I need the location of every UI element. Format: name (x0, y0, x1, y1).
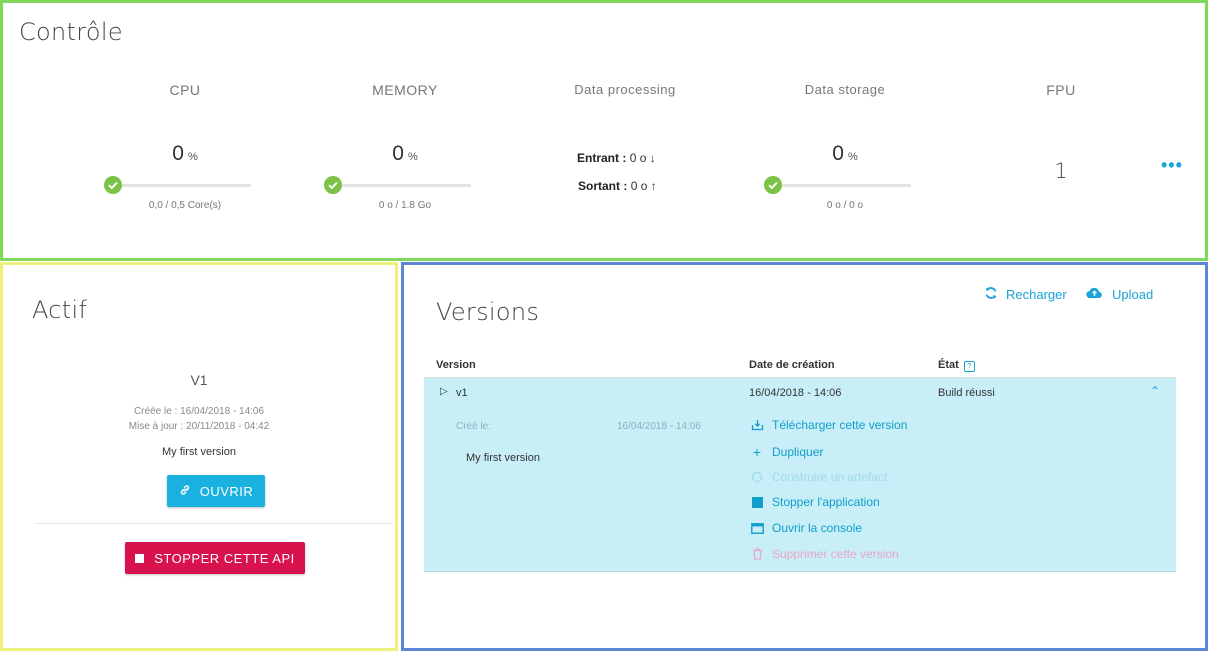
build-artifact-label: Construire un artefact (772, 470, 888, 484)
active-description: My first version (162, 446, 236, 458)
stop-application-action[interactable]: Stopper l'application (750, 495, 880, 509)
detail-created-value: 16/04/2018 - 14:06 (617, 421, 701, 432)
version-row-date: 16/04/2018 - 14:06 (749, 387, 842, 399)
upload-label: Upload (1112, 286, 1154, 302)
chevron-up-icon[interactable]: ⌃ (1150, 384, 1160, 398)
versions-title: Versions (436, 298, 540, 326)
stop-application-label: Stopper l'application (772, 495, 880, 509)
data-storage-value-number: 0 (832, 142, 844, 165)
actif-panel: Actif V1 Créée le : 16/04/2018 - 14:06 M… (0, 262, 398, 651)
data-storage-unit: % (847, 151, 858, 163)
stop-api-button[interactable]: STOPPER CETTE API (125, 542, 305, 574)
download-box-icon (750, 419, 764, 431)
arrow-down-icon: ↓ (649, 151, 656, 165)
version-row-name: v1 (456, 387, 468, 399)
col-header-version: Version (436, 359, 476, 371)
detail-created-label: Créé le: (456, 421, 492, 432)
data-in-value: 0 o (629, 151, 647, 165)
active-created-date: Créée le : 16/04/2018 - 14:06 (133, 406, 265, 417)
data-storage-gauge-track (771, 184, 911, 187)
active-version-name: V1 (190, 372, 208, 388)
reload-label: Recharger (1006, 287, 1067, 302)
check-circle-icon (104, 176, 122, 194)
cloud-upload-icon (1086, 286, 1103, 302)
stop-api-button-label: STOPPER CETTE API (154, 550, 295, 566)
link-icon (179, 484, 191, 499)
plus-icon: + (752, 444, 762, 460)
versions-panel: Versions Recharger Upload Version Date d… (401, 262, 1208, 651)
duplicate-action[interactable]: + Dupliquer (750, 444, 823, 460)
console-window-icon (750, 522, 764, 534)
cpu-value-number: 0 (172, 142, 184, 165)
divider (35, 523, 393, 524)
check-circle-icon (324, 176, 342, 194)
memory-label: MEMORY (372, 82, 438, 98)
cpu-usage: 0,0 / 0,5 Core(s) (148, 200, 222, 211)
data-storage-usage: 0 o / 0 o (826, 200, 864, 211)
build-artifact-action[interactable]: Construire un artefact (750, 470, 887, 484)
actif-title: Actif (32, 296, 88, 324)
upload-button[interactable]: Upload (1086, 286, 1153, 302)
stop-square-icon (750, 496, 764, 508)
memory-gauge-track (331, 184, 471, 187)
delete-version-action[interactable]: Supprimer cette version (750, 547, 899, 561)
stop-square-icon (135, 553, 145, 563)
version-row-state: Build réussi (938, 387, 995, 399)
delete-version-label: Supprimer cette version (772, 547, 899, 561)
detail-description: My first version (466, 452, 540, 464)
memory-usage: 0 o / 1.8 Go (378, 200, 432, 211)
duplicate-label: Dupliquer (772, 445, 824, 459)
download-version-label: Télécharger cette version (772, 418, 908, 432)
data-processing-in: Entrant : 0 o ↓ (577, 151, 656, 165)
controle-title: Contrôle (19, 18, 123, 46)
version-row-expanded[interactable]: ▷ v1 16/04/2018 - 14:06 Build réussi ⌃ C… (424, 378, 1176, 572)
col-header-state: État ? (938, 359, 975, 372)
cpu-gauge-track (111, 184, 251, 187)
data-out-label: Sortant : (578, 179, 628, 193)
memory-unit: % (407, 151, 418, 163)
memory-value-number: 0 (392, 142, 404, 165)
reload-button[interactable]: Recharger (984, 286, 1067, 303)
download-version-action[interactable]: Télécharger cette version (750, 418, 907, 432)
check-circle-icon (764, 176, 782, 194)
arrow-up-icon: ↑ (650, 179, 657, 193)
data-storage-label: Data storage (804, 82, 886, 97)
fpu-label: FPU (1046, 82, 1076, 98)
more-options-icon[interactable]: ••• (1161, 155, 1183, 176)
open-button[interactable]: OUVRIR (167, 475, 265, 507)
data-processing-out: Sortant : 0 o ↑ (578, 179, 657, 193)
fpu-value: 1 (1054, 159, 1068, 183)
memory-value: 0% (305, 142, 505, 166)
help-icon[interactable]: ? (963, 361, 975, 372)
trash-icon (750, 548, 764, 560)
col-header-date: Date de création (749, 359, 835, 371)
refresh-icon (984, 286, 998, 303)
open-console-action[interactable]: Ouvrir la console (750, 521, 862, 535)
build-circle-icon (750, 471, 764, 483)
col-header-state-label: État (938, 359, 959, 371)
data-out-value: 0 o (630, 179, 648, 193)
open-button-label: OUVRIR (199, 483, 254, 499)
data-storage-value: 0% (745, 142, 945, 166)
open-console-label: Ouvrir la console (772, 521, 863, 535)
active-updated-date: Mise à jour : 20/11/2018 - 04:42 (128, 421, 270, 432)
cpu-unit: % (187, 151, 198, 163)
collapse-triangle-icon[interactable]: ▷ (440, 386, 448, 397)
controle-panel: Contrôle CPU 0% 0,0 / 0,5 Core(s) MEMORY… (0, 0, 1208, 261)
data-processing-label: Data processing (574, 82, 676, 97)
cpu-value: 0% (85, 142, 285, 166)
cpu-label: CPU (169, 82, 201, 98)
data-in-label: Entrant : (577, 151, 627, 165)
